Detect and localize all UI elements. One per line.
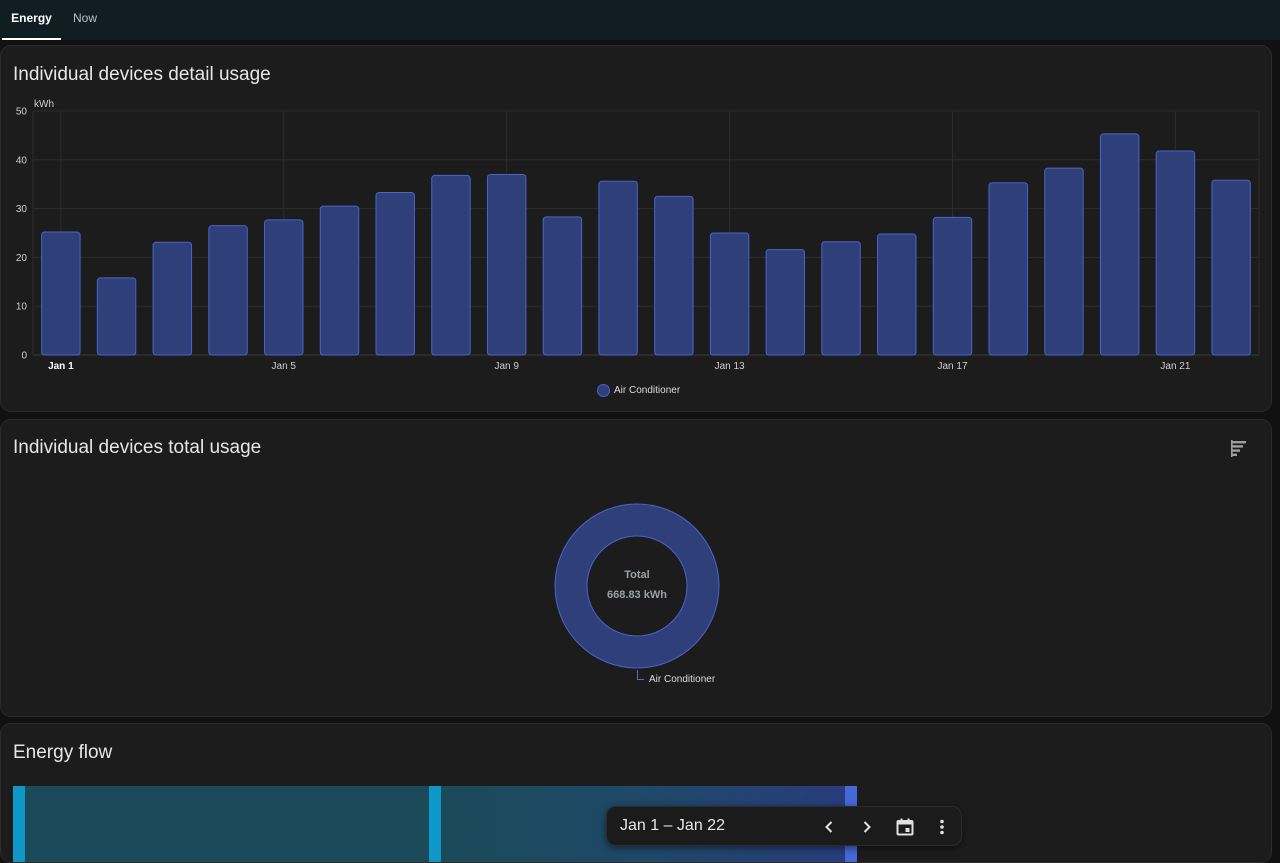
bar-jan-13[interactable] (709, 232, 750, 356)
top-tab-bar: Energy Now (0, 0, 1280, 40)
y-tick-label: 10 (16, 302, 28, 313)
legend-label: Air Conditioner (614, 384, 681, 396)
bar-jan-16[interactable] (877, 233, 917, 356)
bar-jan-14[interactable] (765, 249, 806, 356)
bar-jan-8[interactable] (431, 174, 471, 356)
bar-jan-22[interactable] (1211, 179, 1251, 356)
bar-jan-18[interactable] (988, 182, 1028, 356)
chevron-left-icon[interactable] (817, 815, 841, 839)
x-tick-label: Jan 13 (715, 361, 745, 372)
y-tick-label: 50 (16, 107, 28, 118)
donut-callout-label: Air Conditioner (649, 674, 716, 685)
y-unit-label: kWh (34, 99, 54, 110)
date-range-label[interactable]: Jan 1 – Jan 22 (620, 817, 725, 835)
legend-swatch (597, 383, 610, 397)
donut-slice-air-conditioner[interactable] (555, 504, 719, 668)
bar-jan-2[interactable] (96, 277, 137, 356)
more-vert-icon[interactable] (930, 815, 954, 839)
flow-link (25, 786, 429, 862)
calendar-icon[interactable] (893, 815, 917, 839)
x-tick-label: Jan 9 (494, 361, 519, 372)
bar-jan-3[interactable] (152, 241, 193, 356)
y-tick-label: 40 (16, 155, 28, 166)
bar-jan-4[interactable] (208, 225, 248, 356)
x-tick-label: Jan 1 (48, 361, 74, 372)
bar-jan-17[interactable] (932, 216, 973, 356)
energy-flow-title: Energy flow (13, 742, 113, 763)
y-tick-label: 20 (16, 253, 28, 264)
y-tick-label: 30 (16, 204, 28, 215)
x-tick-label: Jan 21 (1160, 361, 1190, 372)
tab-energy[interactable]: Energy (2, 0, 61, 40)
chart-legend-item[interactable]: Air Conditioner (597, 383, 680, 397)
bar-jan-9[interactable] (486, 173, 527, 356)
chevron-right-icon[interactable] (855, 815, 879, 839)
date-range-picker: Jan 1 – Jan 22 (606, 806, 962, 846)
detail-usage-card: Individual devices detail usage 0 10 20 30 4… (0, 45, 1272, 412)
donut-total-label: Total (624, 569, 650, 581)
bar-jan-19[interactable] (1044, 167, 1084, 356)
bar-jan-7[interactable] (375, 191, 415, 356)
y-tick-label: 0 (21, 351, 27, 362)
donut-callout-leader (637, 670, 644, 680)
sort-bars-icon[interactable] (1228, 438, 1250, 460)
bar-jan-5[interactable] (264, 219, 304, 356)
flow-node-source[interactable] (13, 786, 25, 862)
bar-jan-10[interactable] (542, 216, 583, 356)
bar-jan-12[interactable] (654, 195, 694, 356)
bar-jan-6[interactable] (319, 205, 360, 356)
x-tick-label: Jan 5 (272, 361, 297, 372)
bar-jan-1[interactable] (41, 231, 81, 356)
bar-jan-11[interactable] (598, 180, 638, 356)
bar-jan-20[interactable] (1099, 133, 1140, 356)
total-usage-donut: Total 668.83 kWh (552, 501, 722, 671)
x-tick-label: Jan 17 (937, 361, 967, 372)
tab-now[interactable]: Now (61, 0, 109, 40)
detail-usage-chart: 0 10 20 30 40 50 kWh Jan 1 Jan 5 Jan 9 Jan 13 Jan 1… (16, 99, 1260, 372)
bar-jan-15[interactable] (821, 241, 861, 356)
total-usage-card: Individual devices total usage Total 668… (0, 419, 1272, 717)
donut-total-value: 668.83 kWh (607, 589, 667, 601)
total-usage-title: Individual devices total usage (13, 437, 262, 458)
flow-node-middle[interactable] (429, 786, 441, 862)
bar-jan-21[interactable] (1155, 150, 1196, 356)
